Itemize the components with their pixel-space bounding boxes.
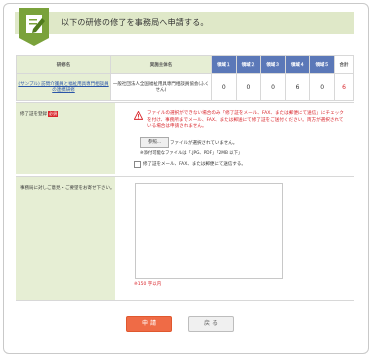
certificate-row: 修了証を登録 必須 ファイルの選択ができない場合のみ「修了証をメール、FAX、また… — [16, 102, 354, 174]
certificate-label-text: 修了証を登録 — [20, 112, 47, 117]
file-status: ファイルが選択されていません。 — [170, 141, 238, 146]
area1-header: 領域１ — [211, 55, 237, 74]
comment-label-cell: 事務局に対しご意見・ご要望をお寄せ下さい。 — [16, 177, 115, 301]
area5-cell: 0 — [309, 73, 335, 101]
comment-textarea[interactable] — [135, 183, 283, 279]
send-by-mail-checkbox[interactable] — [134, 161, 141, 168]
area3-cell: 0 — [260, 73, 286, 101]
certificate-label-cell: 修了証を登録 必須 — [16, 103, 115, 174]
apply-button[interactable]: 申 請 — [126, 316, 172, 332]
area3-header: 領域３ — [260, 55, 286, 74]
comment-row: 事務局に対しご意見・ご要望をお寄せ下さい。 ※150 字以内 — [16, 176, 354, 301]
send-by-mail-label: 修了証をメール、FAX、または郵便にて送信する。 — [143, 162, 246, 167]
warning-text: ファイルの選択ができない場合のみ「修了証をメール、FAX、または郵便にて送信」に… — [147, 111, 344, 129]
organization-cell: 一般社団法人全国福祉用具専門相談員協会(ふくせん) — [110, 73, 212, 101]
area2-header: 領域２ — [235, 55, 262, 74]
form-bottom-divider — [16, 300, 354, 301]
total-header: 合計 — [334, 55, 354, 74]
edit-document-icon — [19, 8, 49, 46]
header-bar: 以下の研修の修了を事務局へ申請する。 — [15, 8, 354, 46]
browse-button[interactable]: 参照... — [140, 137, 169, 148]
area4-header: 領域４ — [284, 55, 311, 74]
course-name-link[interactable]: (サンプル) 訪問介護員と福祉用具専門相談員の連携研修 — [16, 73, 111, 101]
area4-cell: 6 — [284, 73, 311, 101]
file-note: ※添付可能なファイルは「.JPG、PDF」「2MB 以下」 — [140, 151, 243, 156]
table-row: (サンプル) 訪問介護員と福祉用具専門相談員の連携研修 一般社団法人全国福祉用具… — [16, 73, 354, 101]
course-table: 研修名 実施主体名 領域１ 領域２ 領域３ 領域４ 領域５ 合計 (サンプル) … — [16, 55, 354, 101]
course-name-header: 研修名 — [16, 55, 111, 74]
page-title: 以下の研修の修了を事務局へ申請する。 — [61, 18, 209, 27]
table-header-row: 研修名 実施主体名 領域１ 領域２ 領域３ 領域４ 領域５ 合計 — [16, 55, 354, 74]
char-limit-note: ※150 字以内 — [134, 282, 162, 287]
required-badge: 必須 — [48, 111, 58, 117]
certificate-label: 修了証を登録 必須 — [20, 111, 58, 117]
total-cell: 6 — [334, 73, 354, 101]
warning-icon — [134, 111, 143, 120]
area2-cell: 0 — [235, 73, 262, 101]
area5-header: 領域５ — [309, 55, 335, 74]
area1-cell: 0 — [211, 73, 237, 101]
organization-header: 実施主体名 — [110, 55, 212, 74]
comment-label: 事務局に対しご意見・ご要望をお寄せ下さい。 — [20, 186, 115, 191]
back-button[interactable]: 戻 る — [188, 316, 234, 332]
